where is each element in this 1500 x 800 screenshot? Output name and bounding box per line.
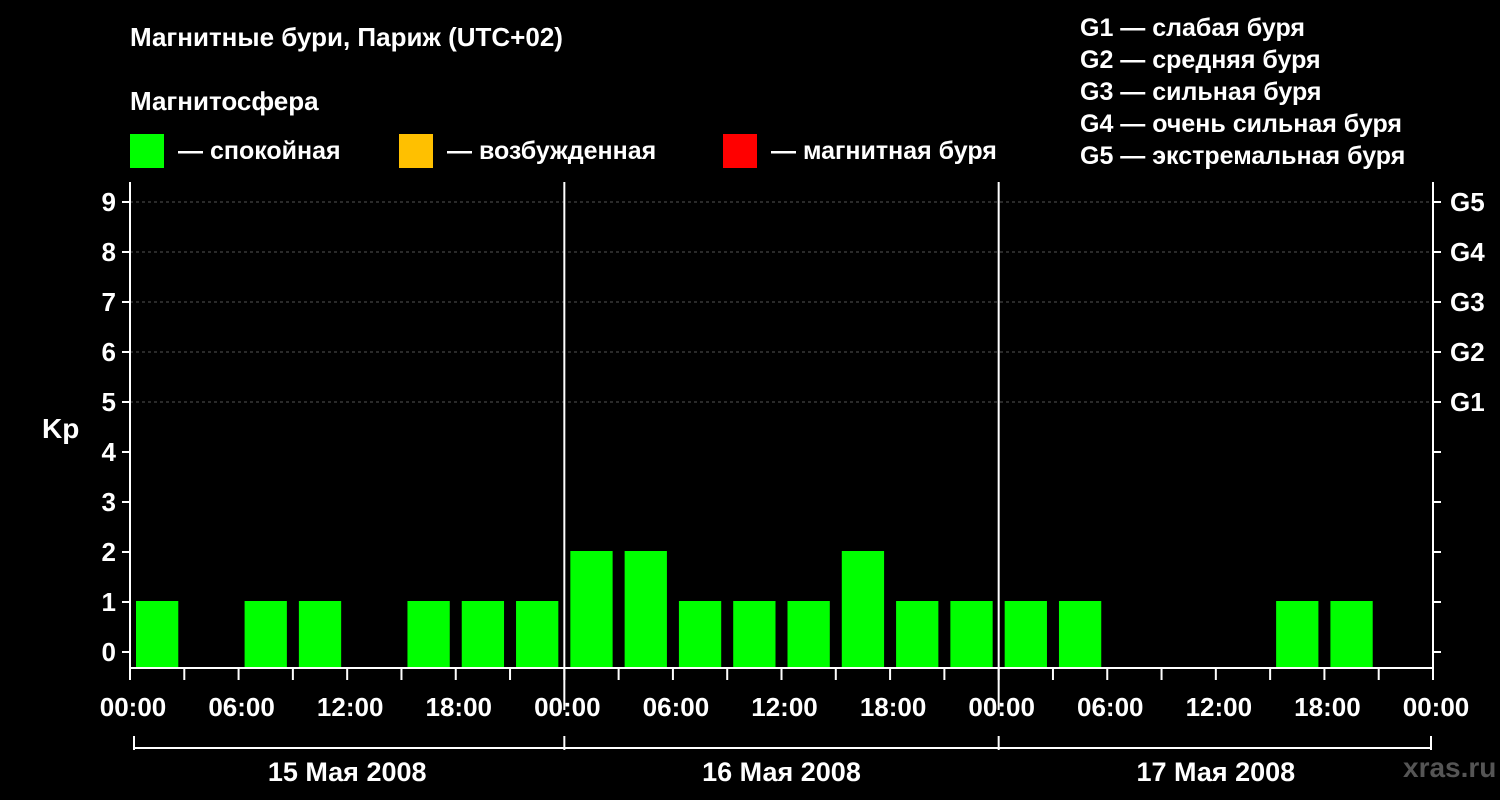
x-tick-label: 18:00	[426, 692, 493, 722]
right-axis-label: G2	[1450, 337, 1485, 367]
kp-bar	[678, 601, 722, 668]
x-tick-label: 18:00	[1294, 692, 1361, 722]
kp-bar	[896, 601, 939, 668]
kp-bar	[1058, 601, 1102, 668]
x-tick-label: 00:00	[100, 692, 167, 722]
right-axis-label: G5	[1450, 187, 1485, 217]
x-tick-label: 06:00	[208, 692, 275, 722]
kp-bar	[407, 601, 450, 668]
right-axis-label: G3	[1450, 287, 1485, 317]
y-tick-label: 7	[102, 287, 116, 317]
kp-bar	[787, 601, 830, 668]
kp-bar	[1004, 601, 1047, 668]
x-tick-label: 18:00	[860, 692, 927, 722]
y-tick-label: 3	[102, 487, 116, 517]
kp-bar	[461, 601, 505, 668]
y-tick-label: 2	[102, 537, 116, 567]
y-axis-title: Kp	[42, 413, 79, 444]
x-tick-label: 00:00	[1403, 692, 1470, 722]
y-tick-label: 6	[102, 337, 116, 367]
x-tick-label: 00:00	[534, 692, 601, 722]
y-tick-label: 0	[102, 637, 116, 667]
x-tick-label: 00:00	[968, 692, 1035, 722]
x-tick-label: 12:00	[751, 692, 818, 722]
kp-bar	[624, 551, 667, 668]
y-tick-label: 9	[102, 187, 116, 217]
day-label: 17 Мая 2008	[1136, 757, 1295, 787]
kp-bar	[136, 601, 179, 668]
kp-bar	[841, 551, 885, 668]
kp-bar	[244, 601, 287, 668]
x-tick-label: 06:00	[1077, 692, 1144, 722]
kp-bar	[570, 551, 613, 668]
x-tick-label: 12:00	[1186, 692, 1253, 722]
kp-bar	[516, 601, 559, 668]
x-tick-label: 06:00	[643, 692, 710, 722]
day-label: 15 Мая 2008	[268, 757, 427, 787]
y-tick-label: 1	[102, 587, 116, 617]
day-label: 16 Мая 2008	[702, 757, 861, 787]
kp-bar	[1276, 601, 1319, 668]
kp-bar	[298, 601, 342, 668]
kp-bar	[1330, 601, 1373, 668]
watermark: xras.ru	[1403, 752, 1497, 783]
y-tick-label: 4	[102, 437, 117, 467]
right-axis-label: G4	[1450, 237, 1485, 267]
y-tick-label: 8	[102, 237, 116, 267]
kp-bar	[950, 601, 993, 668]
right-axis-label: G1	[1450, 387, 1485, 417]
kp-chart: 0 1 2 3 4 5 6 7 8 9 G1 G2 G3 G4 G5 Kp 00:00 06:00 12:00 18:…	[42, 182, 1485, 787]
x-tick-label: 12:00	[317, 692, 384, 722]
kp-bar	[733, 601, 776, 668]
y-tick-label: 5	[102, 387, 116, 417]
